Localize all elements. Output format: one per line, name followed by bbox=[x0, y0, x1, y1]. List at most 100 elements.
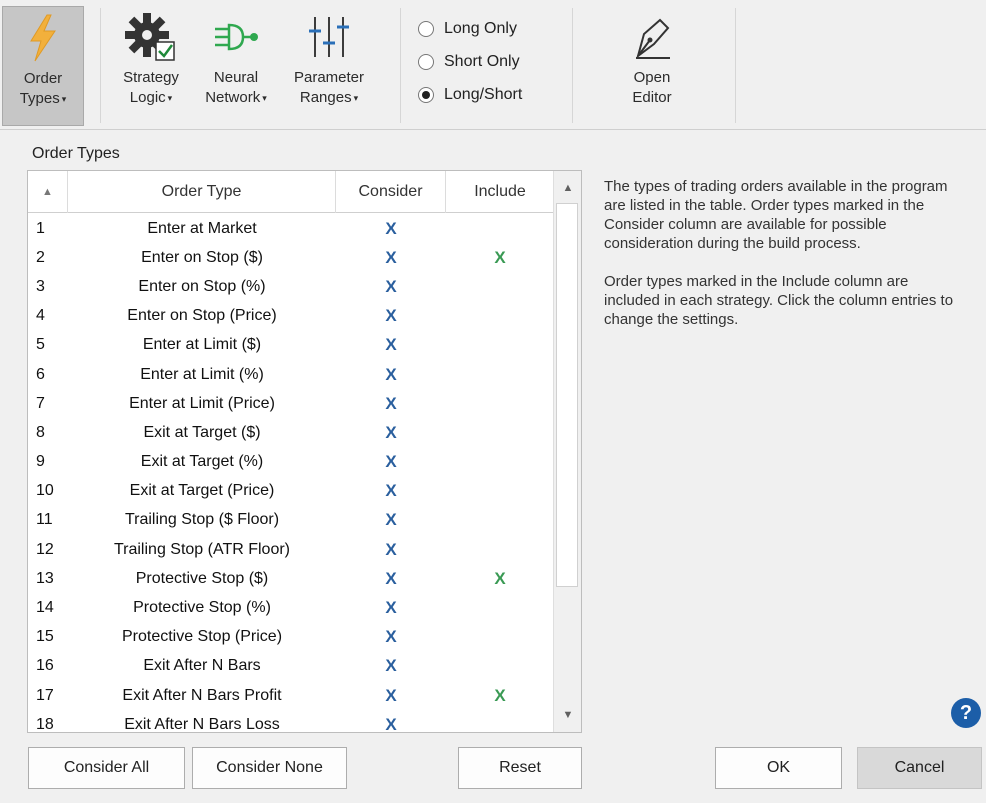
consider-cell[interactable]: X bbox=[336, 564, 446, 593]
row-number: 13 bbox=[36, 569, 54, 587]
include-cell[interactable] bbox=[446, 593, 554, 622]
include-cell[interactable] bbox=[446, 214, 554, 243]
table-body: 1 Enter at Market X 2 Enter on Stop ($) X X 3 En… bbox=[28, 214, 554, 733]
table-row: 12 Trailing Stop (ATR Floor) X bbox=[28, 535, 554, 564]
parameter-ranges-button[interactable]: Parameter Ranges ▾ bbox=[284, 6, 374, 126]
consider-cell[interactable]: X bbox=[336, 477, 446, 506]
include-cell[interactable] bbox=[446, 389, 554, 418]
order-type-cell: Enter at Market bbox=[147, 219, 257, 237]
strategy-logic-label-1: Strategy bbox=[123, 69, 179, 86]
description-paragraph-2: Order types marked in the Include column… bbox=[604, 273, 954, 328]
order-types-label-2: Types bbox=[19, 90, 60, 107]
consider-cell[interactable]: X bbox=[336, 214, 446, 243]
ribbon-toolbar: Order Types ▾ Strategy Logic ▾ Neural Ne… bbox=[0, 0, 986, 130]
row-number: 8 bbox=[36, 423, 45, 441]
consider-cell[interactable]: X bbox=[336, 652, 446, 681]
column-header-include[interactable]: Include bbox=[446, 171, 554, 213]
row-number: 6 bbox=[36, 365, 45, 383]
consider-cell[interactable]: X bbox=[336, 681, 446, 710]
order-type-cell: Enter at Limit (Price) bbox=[129, 394, 275, 412]
row-number: 3 bbox=[36, 277, 45, 295]
order-type-cell: Enter at Limit (%) bbox=[140, 365, 264, 383]
order-type-cell: Enter on Stop (%) bbox=[138, 277, 266, 295]
radio-button[interactable] bbox=[418, 20, 434, 37]
consider-cell[interactable]: X bbox=[336, 593, 446, 622]
order-type-cell: Exit After N Bars Profit bbox=[122, 686, 282, 704]
radio-short-only[interactable]: Short Only bbox=[418, 45, 522, 78]
include-cell[interactable] bbox=[446, 331, 554, 360]
order-type-cell: Enter on Stop ($) bbox=[141, 248, 263, 266]
row-number: 11 bbox=[36, 511, 53, 529]
row-number: 17 bbox=[36, 686, 54, 704]
strategy-logic-button[interactable]: Strategy Logic ▾ bbox=[112, 6, 190, 126]
include-cell[interactable] bbox=[446, 623, 554, 652]
reset-button[interactable]: Reset bbox=[458, 747, 582, 789]
column-header-sort[interactable]: ▲ bbox=[28, 171, 68, 213]
consider-cell[interactable]: X bbox=[336, 389, 446, 418]
description-paragraph-1: The types of trading orders available in… bbox=[604, 178, 948, 252]
neural-network-button[interactable]: Neural Network ▾ bbox=[196, 6, 276, 126]
chevron-down-icon: ▾ bbox=[353, 93, 359, 104]
consider-cell[interactable]: X bbox=[336, 302, 446, 331]
lightning-icon bbox=[13, 7, 73, 69]
scrollbar-thumb[interactable] bbox=[556, 203, 578, 587]
include-cell[interactable] bbox=[446, 710, 554, 732]
order-type-cell: Exit at Target ($) bbox=[143, 423, 261, 441]
table-row: 15 Protective Stop (Price) X bbox=[28, 623, 554, 652]
consider-cell[interactable]: X bbox=[336, 243, 446, 272]
consider-all-button[interactable]: Consider All bbox=[28, 747, 185, 789]
parameter-ranges-label-2: Ranges bbox=[299, 89, 352, 106]
order-type-cell: Trailing Stop ($ Floor) bbox=[124, 511, 280, 529]
table-row: 8 Exit at Target ($) X bbox=[28, 418, 554, 447]
radio-button-selected[interactable] bbox=[418, 86, 434, 103]
scroll-up-arrow-icon[interactable]: ▲ bbox=[554, 173, 581, 203]
consider-cell[interactable]: X bbox=[336, 710, 446, 732]
sliders-icon bbox=[299, 6, 359, 68]
consider-cell[interactable]: X bbox=[336, 448, 446, 477]
radio-long-only[interactable]: Long Only bbox=[418, 12, 522, 45]
include-cell[interactable] bbox=[446, 535, 554, 564]
table-header: ▲ Order Type Consider Include bbox=[28, 171, 554, 213]
include-cell[interactable] bbox=[446, 360, 554, 389]
include-cell[interactable] bbox=[446, 272, 554, 301]
consider-cell[interactable]: X bbox=[336, 623, 446, 652]
chevron-down-icon: ▾ bbox=[61, 94, 67, 105]
ok-button[interactable]: OK bbox=[715, 747, 842, 789]
cancel-button[interactable]: Cancel bbox=[857, 747, 982, 789]
neural-network-label-1: Neural bbox=[213, 69, 259, 86]
consider-cell[interactable]: X bbox=[336, 331, 446, 360]
parameter-ranges-label-1: Parameter bbox=[293, 69, 365, 86]
include-cell[interactable] bbox=[446, 302, 554, 331]
consider-cell[interactable]: X bbox=[336, 272, 446, 301]
include-cell[interactable] bbox=[446, 477, 554, 506]
consider-cell[interactable]: X bbox=[336, 506, 446, 535]
radio-label: Short Only bbox=[444, 52, 520, 70]
consider-cell[interactable]: X bbox=[336, 418, 446, 447]
scroll-down-arrow-icon[interactable]: ▼ bbox=[554, 700, 581, 730]
column-header-order-type[interactable]: Order Type bbox=[68, 171, 336, 213]
row-number: 18 bbox=[36, 715, 54, 733]
table-row: 2 Enter on Stop ($) X X bbox=[28, 243, 554, 272]
order-types-button[interactable]: Order Types ▾ bbox=[2, 6, 84, 126]
include-cell[interactable] bbox=[446, 448, 554, 477]
consider-none-button[interactable]: Consider None bbox=[192, 747, 347, 789]
include-cell[interactable] bbox=[446, 418, 554, 447]
consider-cell[interactable]: X bbox=[336, 360, 446, 389]
order-type-cell: Enter at Limit ($) bbox=[142, 336, 262, 354]
vertical-scrollbar[interactable]: ▲ ▼ bbox=[553, 171, 581, 732]
radio-long-short[interactable]: Long/Short bbox=[418, 78, 522, 111]
column-header-consider[interactable]: Consider bbox=[336, 171, 446, 213]
table-row: 13 Protective Stop ($) X X bbox=[28, 564, 554, 593]
include-cell[interactable] bbox=[446, 506, 554, 535]
table-row: 17 Exit After N Bars Profit X X bbox=[28, 681, 554, 710]
table-row: 3 Enter on Stop (%) X bbox=[28, 272, 554, 301]
include-cell[interactable]: X bbox=[446, 243, 554, 272]
consider-cell[interactable]: X bbox=[336, 535, 446, 564]
radio-button[interactable] bbox=[418, 53, 434, 70]
order-type-cell: Protective Stop ($) bbox=[135, 569, 269, 587]
open-editor-button[interactable]: Open Editor bbox=[612, 6, 692, 126]
help-icon[interactable]: ? bbox=[951, 698, 981, 728]
include-cell[interactable]: X bbox=[446, 564, 554, 593]
include-cell[interactable]: X bbox=[446, 681, 554, 710]
include-cell[interactable] bbox=[446, 652, 554, 681]
